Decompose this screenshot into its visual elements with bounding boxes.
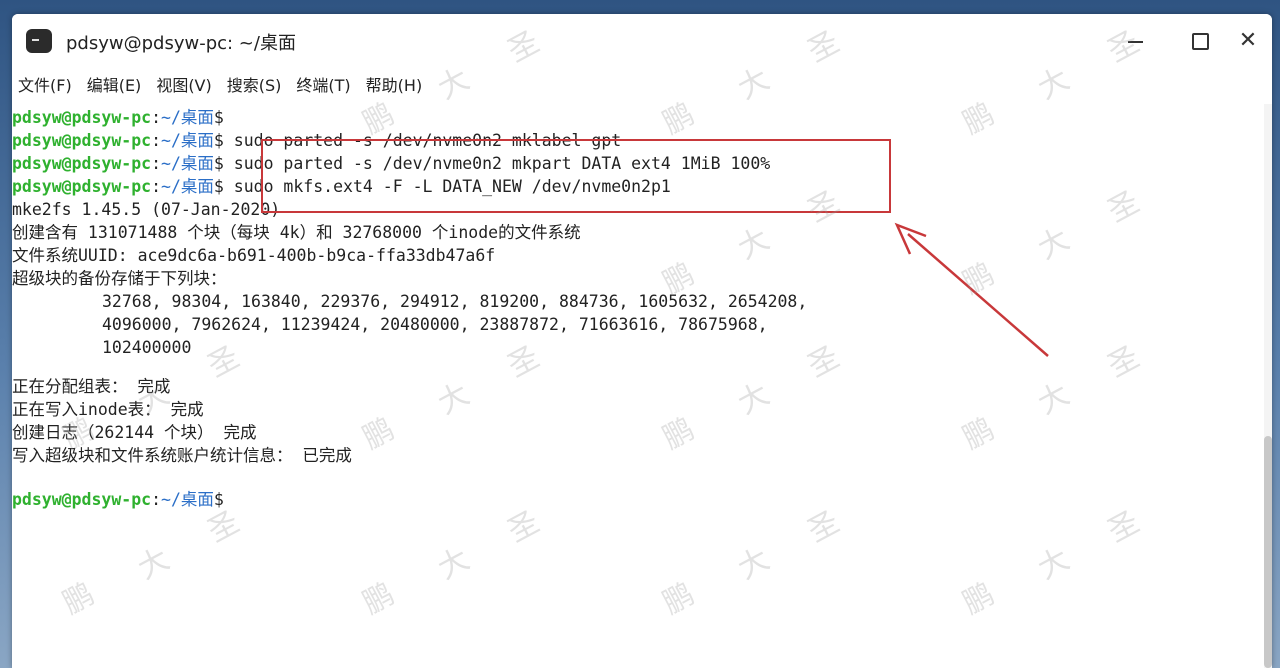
output-line: 正在写入inode表： 完成 [12,400,204,419]
title-bar[interactable]: pdsyw@pdsyw-pc: ~/桌面 ✕ [12,14,1272,68]
output-line: mke2fs 1.45.5 (07-Jan-2020) [12,200,281,219]
maximize-icon[interactable] [1186,28,1214,54]
minimize-icon[interactable] [1122,28,1150,54]
prompt-separator: : [151,131,162,150]
prompt-dollar: $ [213,154,224,173]
output-line: 写入超级块和文件系统账户统计信息： 已完成 [12,446,352,465]
menu-search[interactable]: 搜索(S) [227,72,291,100]
command-line: pdsyw@pdsyw-pc:~/桌面$ sudo parted -s /dev… [12,130,621,153]
command-line: pdsyw@pdsyw-pc:~/桌面$ sudo mkfs.ext4 -F -… [12,176,671,199]
prompt-dollar: $ [213,490,224,509]
output-line: 超级块的备份存储于下列块： [12,269,227,288]
prompt-separator: : [151,490,162,509]
output-line: 文件系统UUID: ace9dc6a-b691-400b-b9ca-ffa33d… [12,246,496,265]
output-line: 创建含有 131071488 个块（每块 4k）和 32768000 个inod… [12,223,581,242]
prompt-user: pdsyw@pdsyw-pc [12,131,152,150]
scrollbar-thumb[interactable] [1264,436,1272,668]
menu-view[interactable]: 视图(V) [156,72,220,100]
command-text: sudo parted -s /dev/nvme0n2 mkpart DATA … [233,154,771,173]
prompt-path: ~/桌面 [161,108,214,127]
output-line: 创建日志（262144 个块） 完成 [12,423,257,442]
terminal-window: pdsyw@pdsyw-pc: ~/桌面 ✕ 文件(F) 编辑(E) 视图(V)… [12,14,1272,668]
prompt-separator: : [151,177,162,196]
output-line: 正在分配组表： 完成 [12,377,171,396]
command-line: pdsyw@pdsyw-pc:~/桌面$ sudo parted -s /dev… [12,153,770,176]
prompt-path: ~/桌面 [161,490,214,509]
close-icon[interactable]: ✕ [1234,28,1262,54]
prompt-line: pdsyw@pdsyw-pc:~/桌面$ [12,107,224,130]
prompt-dollar: $ [213,108,224,127]
menu-bar: 文件(F) 编辑(E) 视图(V) 搜索(S) 终端(T) 帮助(H) [12,72,1272,100]
scrollbar[interactable] [1264,104,1272,668]
output-line: 4096000, 7962624, 11239424, 20480000, 23… [102,315,768,334]
prompt-user: pdsyw@pdsyw-pc [12,490,152,509]
prompt-user: pdsyw@pdsyw-pc [12,154,152,173]
command-text: sudo parted -s /dev/nvme0n2 mklabel gpt [233,131,622,150]
prompt-path: ~/桌面 [161,154,214,173]
output-line: 102400000 [102,338,192,357]
prompt-dollar: $ [213,177,224,196]
prompt-separator: : [151,154,162,173]
prompt-line: pdsyw@pdsyw-pc:~/桌面$ [12,489,224,512]
prompt-user: pdsyw@pdsyw-pc [12,177,152,196]
prompt-separator: : [151,108,162,127]
output-line: 32768, 98304, 163840, 229376, 294912, 81… [102,292,808,311]
command-text: sudo mkfs.ext4 -F -L DATA_NEW /dev/nvme0… [233,177,671,196]
prompt-user: pdsyw@pdsyw-pc [12,108,152,127]
terminal-app-icon [26,29,52,53]
menu-edit[interactable]: 编辑(E) [87,72,151,100]
window-title: pdsyw@pdsyw-pc: ~/桌面 [66,33,296,54]
menu-help[interactable]: 帮助(H) [366,72,432,100]
prompt-path: ~/桌面 [161,131,214,150]
menu-file[interactable]: 文件(F) [18,72,81,100]
prompt-path: ~/桌面 [161,177,214,196]
terminal-output[interactable]: pdsyw@pdsyw-pc:~/桌面$ pdsyw@pdsyw-pc:~/桌面… [12,104,1262,668]
menu-terminal[interactable]: 终端(T) [296,72,359,100]
prompt-dollar: $ [213,131,224,150]
